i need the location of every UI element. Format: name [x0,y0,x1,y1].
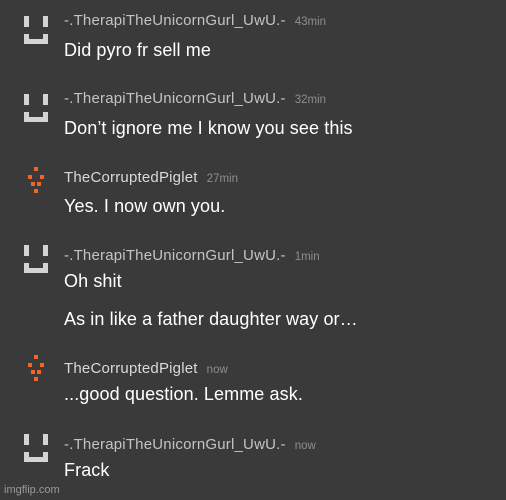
timestamp: 27min [206,173,238,185]
message-text: ...good question. Lemme ask. [64,384,303,404]
watermark: imgflip.com [4,484,60,496]
timestamp: 1min [294,251,320,263]
gray-sad-face-icon[interactable] [18,92,54,128]
message-text: Oh shit [64,271,122,291]
timestamp: 43min [294,16,327,28]
username[interactable]: TheCorruptedPiglet [64,360,198,377]
gray-sad-face-icon[interactable] [18,14,54,50]
orange-face-icon[interactable] [18,355,54,391]
username[interactable]: -.TherapiTheUnicornGurl_UwU.- [64,12,286,29]
username[interactable]: -.TherapiTheUnicornGurl_UwU.- [64,90,286,107]
username[interactable]: -.TherapiTheUnicornGurl_UwU.- [64,436,286,453]
username[interactable]: -.TherapiTheUnicornGurl_UwU.- [64,247,286,264]
message-feed: -.TherapiTheUnicornGurl_UwU.- 43min Did p… [0,0,506,500]
timestamp: now [206,364,228,376]
timestamp: now [294,440,316,452]
orange-face-icon[interactable] [18,167,54,203]
message-text: Frack [64,460,110,480]
message-text: Yes. I now own you. [64,196,226,216]
message-text: Did pyro fr sell me [64,40,211,60]
gray-sad-face-icon[interactable] [18,432,54,468]
message-text: As in like a father daughter way or… [64,309,358,329]
message-text: Don’t ignore me I know you see this [64,118,353,138]
timestamp: 32min [294,94,327,106]
gray-sad-face-icon[interactable] [18,243,54,279]
username[interactable]: TheCorruptedPiglet [64,169,198,186]
